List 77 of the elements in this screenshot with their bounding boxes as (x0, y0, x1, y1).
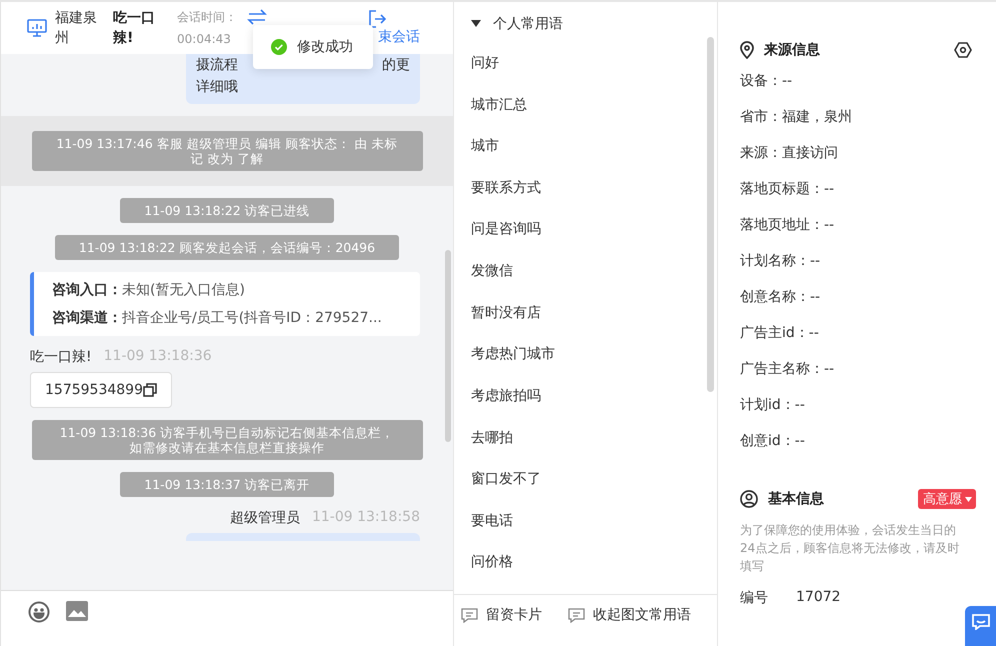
phrase-item[interactable]: 考虑旅拍吗 (471, 386, 541, 406)
duration-label: 会话时间： (177, 9, 238, 26)
message-time: 11-09 13:18:36 (104, 348, 212, 366)
chat-icon (972, 614, 990, 630)
message-icon (568, 608, 585, 622)
phrase-group[interactable]: 个人常用语 (471, 14, 717, 34)
phrase-item[interactable]: 窗口发不了 (471, 469, 541, 490)
system-message: 11-09 13:17:46 客服 超级管理员 编辑 顾客状态： 由 未标记 改为 了解 (32, 131, 422, 171)
phrase-item[interactable]: 要电话 (471, 510, 513, 531)
end-session-button[interactable]: 束会话 (368, 10, 420, 46)
monitor-icon (27, 19, 47, 37)
source-field: 落地页地址：-- (740, 215, 976, 235)
caret-icon (471, 20, 481, 28)
phrase-action-button[interactable]: 收起图文常用语 (568, 601, 691, 629)
source-field: 落地页标题：-- (740, 179, 976, 199)
source-field: 创意id：-- (740, 431, 976, 451)
image-icon (66, 601, 88, 621)
emoji-button[interactable] (28, 601, 50, 623)
phrase-item[interactable]: 发微信 (471, 261, 513, 281)
phrase-item[interactable]: 去哪拍 (471, 428, 513, 448)
system-message: 11-09 13:18:22 访客已进线 (120, 198, 334, 223)
source-field: 来源：直接访问 (740, 143, 976, 163)
duration-value: 00:04:43 (177, 31, 232, 48)
settings-icon[interactable] (954, 42, 972, 58)
toast-text: 修改成功 (297, 38, 353, 56)
message-text: 的更 (382, 56, 410, 75)
smiley-icon (28, 601, 50, 623)
user-circle-icon (740, 490, 758, 508)
exit-icon (368, 10, 386, 28)
source-field: 广告主名称：-- (740, 359, 976, 379)
phrase-item[interactable]: 问好 (471, 52, 499, 73)
message-text: 详细哦 (196, 78, 238, 97)
caret-icon (965, 496, 972, 502)
source-field: 设备：-- (740, 71, 976, 91)
info-value: 未知(暂无入口信息) (122, 282, 245, 298)
phrase-item[interactable]: 考虑热门城市 (471, 344, 555, 364)
info-value: 抖音企业号/员工号(抖音号ID：279527... (122, 310, 382, 326)
chat-float-button[interactable] (965, 606, 996, 646)
phrase-item[interactable]: 暂时没有店 (471, 302, 541, 323)
copy-icon[interactable] (142, 383, 157, 397)
location-pin-icon (740, 41, 754, 59)
scrollbar[interactable] (707, 37, 714, 392)
notice-text: 为了保障您的使用体验，会话发生当日的24点之后，顾客信息将无法修改，请及时填写 (740, 522, 960, 575)
transfer-button[interactable] (247, 9, 267, 25)
info-label: 咨询入口： (52, 282, 122, 298)
source-field: 广告主id：-- (740, 323, 976, 343)
field-value: 17072 (796, 589, 841, 607)
message-text: 15759534899 (45, 382, 143, 398)
source-field: 计划名称：-- (740, 251, 976, 271)
phrase-item[interactable]: 城市汇总 (471, 94, 527, 114)
check-icon (271, 39, 287, 55)
source-field: 计划id：-- (740, 395, 976, 415)
source-field: 创意名称：-- (740, 287, 976, 307)
field-label: 编号 (740, 589, 768, 607)
section-title: 来源信息 (764, 41, 821, 59)
source-field: 省市：福建，泉州 (740, 107, 976, 127)
swap-icon (247, 9, 267, 25)
section-title: 基本信息 (768, 490, 825, 508)
system-message: 11-09 13:18:37 访客已离开 (120, 472, 334, 497)
phrase-item[interactable]: 要联系方式 (471, 178, 541, 198)
sender-name: 吃一口辣! (30, 348, 92, 366)
message-time: 11-09 13:18:58 (312, 509, 420, 527)
visitor-location: 福建泉州 (55, 9, 98, 48)
sender-name: 超级管理员 (230, 509, 300, 527)
scrollbar[interactable] (445, 250, 451, 442)
message-icon (461, 608, 478, 622)
info-label: 咨询渠道： (52, 310, 122, 326)
message-text: 摄流程 (196, 56, 238, 75)
image-button[interactable] (66, 601, 88, 621)
phrase-action-button[interactable]: 留资卡片 (461, 601, 542, 629)
system-message: 11-09 13:18:36 访客手机号已自动标记右侧基本信息栏，如需修改请在基本信息栏直接操作 (32, 420, 422, 460)
intent-dropdown[interactable]: 高意愿 (918, 489, 976, 509)
phrase-item[interactable]: 问价格 (471, 552, 513, 572)
phrase-item[interactable]: 问是咨询吗 (471, 219, 541, 240)
system-message: 11-09 13:18:22 顾客发起会话，会话编号：20496 (54, 235, 400, 260)
phrase-item[interactable]: 城市 (471, 136, 499, 156)
visitor-name: 吃一口辣! (113, 9, 156, 48)
